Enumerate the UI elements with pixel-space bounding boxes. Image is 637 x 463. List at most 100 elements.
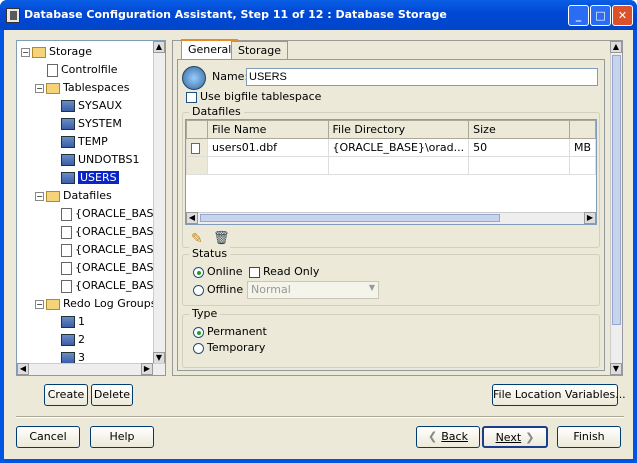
tree-node-tablespace[interactable]: SYSTEM [61,115,122,132]
readonly-checkbox-row[interactable]: Read Only [249,265,319,278]
offline-radio[interactable] [193,284,204,296]
scroll-left-icon[interactable]: ◀ [186,212,198,224]
title-bar: Database Configuration Assistant, Step 1… [0,0,637,30]
cell-empty[interactable] [327,156,470,175]
tree-node-datafile[interactable]: {ORACLE_BASE [61,205,160,222]
scroll-up-icon[interactable]: ▲ [153,41,165,53]
tree-node-tablespaces[interactable]: − Tablespaces [35,79,129,96]
online-radio-row[interactable]: Online [193,265,242,278]
tree-node-redo-log-groups[interactable]: − Redo Log Groups [35,295,157,312]
cell-file-directory[interactable]: {ORACLE_BASE}\orad... [327,138,470,157]
next-button[interactable]: Next ❯ [482,426,548,448]
scroll-up-icon[interactable]: ▲ [610,41,622,53]
collapse-icon[interactable]: − [35,299,44,309]
close-icon[interactable]: ✕ [612,5,633,26]
permanent-radio[interactable] [193,326,204,338]
collapse-icon[interactable]: − [35,191,44,201]
storage-tree[interactable]: − Storage Controlfile − Tablespaces SYSAUX… [16,40,166,376]
tree-node-controlfile[interactable]: Controlfile [47,61,118,78]
tree-node-redo-group[interactable]: 1 [61,313,85,330]
trash-icon[interactable]: 🗑 [213,231,230,246]
cell-file-name[interactable]: users01.dbf [207,138,329,157]
datafile-icon [61,279,72,293]
folder-icon [46,298,60,310]
panel-scroll-thumb[interactable] [612,55,621,325]
tree-node-storage[interactable]: − Storage [21,43,92,60]
tab-storage[interactable]: Storage [231,41,289,59]
offline-radio-row[interactable]: Offline [193,283,243,296]
temporary-radio-row[interactable]: Temporary [193,341,265,354]
tablespace-icon [61,172,75,184]
chevron-right-icon: ❯ [525,431,535,444]
help-button[interactable]: Help [90,426,154,448]
file-location-variables-button[interactable]: File Location Variables... [492,384,626,406]
col-size[interactable]: Size [468,120,570,139]
type-title: Type [189,307,221,320]
file-icon [191,142,200,154]
temporary-radio[interactable] [193,342,204,354]
tree-node-datafile[interactable]: {ORACLE_BASE [61,259,160,276]
col-file-name[interactable]: File Name [207,120,329,139]
tree-node-tablespace[interactable]: UNDOTBS1 [61,151,139,168]
table-horizontal-scrollbar[interactable]: ◀ ▶ [186,212,596,224]
tree-node-tablespace[interactable]: SYSAUX [61,97,122,114]
tablespace-icon [61,118,75,130]
panel-vertical-scrollbar[interactable]: ▲ ▼ [610,41,622,375]
tree-node-datafiles[interactable]: − Datafiles [35,187,112,204]
type-group: Type Permanent Temporary [182,307,600,368]
cell-unit[interactable]: MB [568,138,596,157]
status-group: Status Online Read Only Offline Normal ▼ [182,247,600,306]
tree-horizontal-scrollbar[interactable]: ◀ ▶ [17,363,165,375]
client-area: − Storage Controlfile − Tablespaces SYSAUX… [4,30,633,459]
datafile-icon [61,225,72,239]
folder-icon [32,46,46,58]
cell-size[interactable]: 50 [468,138,570,157]
collapse-icon[interactable]: − [35,83,44,93]
cell-empty[interactable] [468,156,570,175]
cancel-button[interactable]: Cancel [16,426,80,448]
tree-node-tablespace-selected[interactable]: USERS [61,169,119,186]
name-input[interactable] [246,68,598,86]
separator [16,416,624,418]
tab-general[interactable]: General [181,39,239,59]
tablespace-icon [61,136,75,148]
delete-button[interactable]: Delete [91,384,133,406]
cell-empty[interactable] [568,156,596,175]
maximize-icon[interactable]: □ [590,5,611,26]
online-radio[interactable] [193,266,204,278]
offline-mode-select[interactable]: Normal ▼ [247,281,379,299]
chevron-down-icon: ▼ [368,283,375,292]
app-icon [6,8,20,23]
tree-node-datafile[interactable]: {ORACLE_BASE [61,241,160,258]
cell-empty[interactable] [207,156,329,175]
tree-node-tablespace[interactable]: TEMP [61,133,108,150]
row-header-cell [186,156,208,175]
scroll-down-icon[interactable]: ▼ [610,363,622,375]
database-icon [182,66,206,90]
collapse-icon[interactable]: − [21,47,30,57]
create-button[interactable]: Create [44,384,88,406]
tree-node-datafile[interactable]: {ORACLE_BASE [61,223,160,240]
scroll-right-icon[interactable]: ▶ [584,212,596,224]
finish-button[interactable]: Finish [557,426,621,448]
scroll-right-icon[interactable]: ▶ [141,363,153,375]
scroll-left-icon[interactable]: ◀ [17,363,29,375]
tree-vertical-scrollbar[interactable]: ▲ ▼ [153,41,165,364]
back-button[interactable]: ❮ Back [416,426,480,448]
col-file-directory[interactable]: File Directory [327,120,470,139]
readonly-checkbox[interactable] [249,266,260,278]
permanent-radio-row[interactable]: Permanent [193,325,267,338]
folder-icon [46,82,60,94]
table-row-empty[interactable] [186,156,596,175]
table-row[interactable]: users01.dbf {ORACLE_BASE}\orad... 50 MB [186,138,596,157]
tablespace-icon [61,100,75,112]
bigfile-checkbox-row[interactable]: Use bigfile tablespace [186,90,321,103]
bigfile-checkbox[interactable] [186,91,197,103]
table-scroll-thumb[interactable] [200,214,500,222]
name-label: Name: [212,70,249,83]
datafiles-table[interactable]: File Name File Directory Size users01.db… [185,119,597,225]
tree-node-datafile[interactable]: {ORACLE_BASE [61,277,160,294]
tree-node-redo-group[interactable]: 2 [61,331,85,348]
edit-pencil-icon[interactable]: ✎ [191,231,203,247]
minimize-icon[interactable]: _ [568,5,589,26]
